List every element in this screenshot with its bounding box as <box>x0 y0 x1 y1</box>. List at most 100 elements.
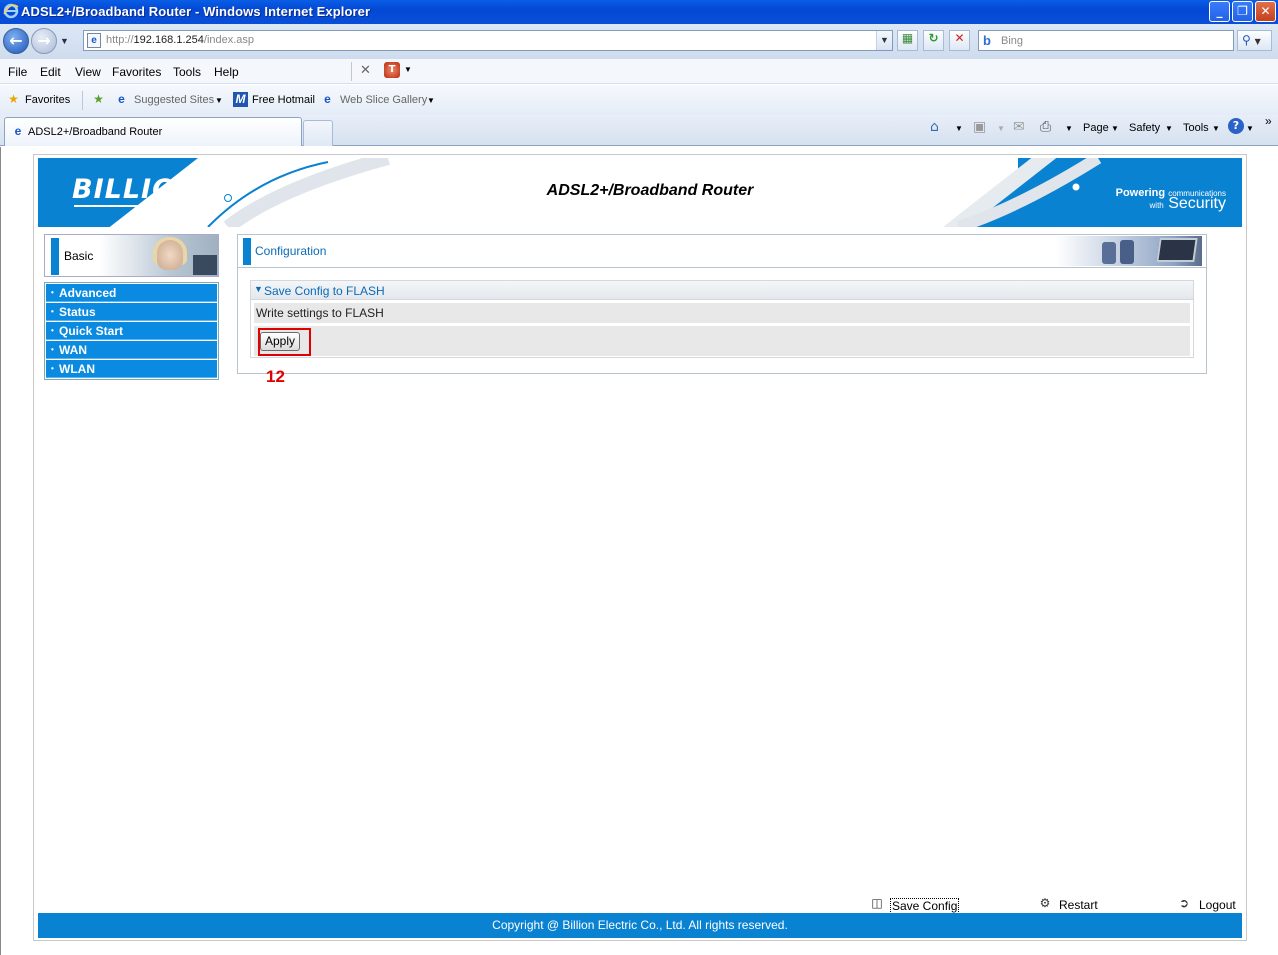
rss-dropdown: ▼ <box>997 124 1005 133</box>
menu-edit[interactable]: Edit <box>40 65 61 79</box>
search-icon: ⚲ <box>1242 33 1251 47</box>
refresh-icon[interactable]: ↻ <box>923 30 944 51</box>
office-chair <box>1120 240 1134 264</box>
rss-icon[interactable]: ▣ <box>973 119 986 135</box>
menu-tools[interactable]: Tools <box>173 65 201 79</box>
page-menu[interactable]: Page <box>1083 122 1109 134</box>
sidebar-item-wan[interactable]: WAN <box>46 341 217 359</box>
sidebar-item-wlan[interactable]: WLAN <box>46 360 217 378</box>
address-input[interactable]: e http://192.168.1.254/index.asp ▼ <box>83 30 893 51</box>
menu-view[interactable]: View <box>75 65 101 79</box>
address-dropdown-button[interactable]: ▼ <box>876 31 892 50</box>
home-dropdown[interactable]: ▼ <box>955 124 963 133</box>
tab-title: ADSL2+/Broadband Router <box>28 126 163 138</box>
restart-icon: ⚙ <box>1039 896 1051 910</box>
suggested-sites-dropdown[interactable]: ▼ <box>215 96 223 105</box>
panel-title: Configuration <box>255 244 327 258</box>
search-input[interactable]: b Bing <box>978 30 1234 51</box>
forward-button[interactable]: → <box>31 28 57 54</box>
menu-help[interactable]: Help <box>214 65 239 79</box>
sidebar-item-quick-start[interactable]: Quick Start <box>46 322 217 340</box>
tools-menu-arrow: ▼ <box>1212 124 1220 133</box>
step-annotation: 12 <box>266 367 285 386</box>
logout-icon: ➲ <box>1178 896 1190 910</box>
collapse-triangle-icon: ▼ <box>254 284 263 294</box>
translate-icon[interactable]: T <box>384 62 400 78</box>
ie-tab-icon: e <box>14 124 22 138</box>
search-button[interactable]: ⚲ ▼ <box>1237 30 1272 51</box>
page-viewport: BILLION ADSL2+/Broadband Router Powering… <box>0 147 1278 955</box>
basic-accent-bar <box>51 238 59 275</box>
photo-monitor <box>193 255 217 275</box>
restore-button[interactable]: ❐ <box>1232 1 1253 22</box>
back-button[interactable]: ← <box>3 28 29 54</box>
address-url: http://192.168.1.254/index.asp <box>106 34 255 46</box>
stop-icon[interactable]: ✕ <box>949 30 970 51</box>
safety-menu[interactable]: Safety <box>1129 122 1160 134</box>
sidebar-item-status[interactable]: Status <box>46 303 217 321</box>
close-toolbar-icon[interactable]: ✕ <box>360 63 371 78</box>
menu-bar: File Edit View Favorites Tools Help ✕ T … <box>0 59 1278 84</box>
window-titlebar: ADSL2+/Broadband Router - Windows Intern… <box>0 0 1278 24</box>
apply-button[interactable]: Apply <box>260 332 300 351</box>
product-title: ADSL2+/Broadband Router <box>546 182 754 199</box>
office-chair <box>1102 242 1116 264</box>
ie-icon <box>3 3 19 19</box>
configuration-panel: Configuration ▼ Save Config to FLASH Wri… <box>237 234 1207 374</box>
translate-dropdown[interactable]: ▼ <box>404 65 412 74</box>
office-monitor <box>1156 238 1198 262</box>
menu-file[interactable]: File <box>8 65 27 79</box>
print-dropdown[interactable]: ▼ <box>1065 124 1073 133</box>
minimize-button[interactable]: _ <box>1209 1 1230 22</box>
suggested-sites-link[interactable]: Suggested Sites <box>134 94 214 106</box>
panel-header: Configuration <box>238 235 1206 268</box>
save-config-link[interactable]: Save Config <box>890 898 960 914</box>
favorites-separator <box>82 91 83 110</box>
save-config-section: ▼ Save Config to FLASH Write settings to… <box>250 280 1194 358</box>
recent-pages-dropdown[interactable]: ▼ <box>60 36 69 46</box>
menu-favorites[interactable]: Favorites <box>112 65 161 79</box>
add-favorites-icon[interactable]: ★ <box>91 92 106 107</box>
section-caption[interactable]: ▼ Save Config to FLASH <box>251 281 1193 300</box>
tagline-security: with Security <box>1149 195 1226 212</box>
sidebar-basic[interactable]: Basic <box>44 234 219 277</box>
sidebar-item-advanced[interactable]: Advanced <box>46 284 217 302</box>
copyright-bar: Copyright @ Billion Electric Co., Ltd. A… <box>38 913 1242 938</box>
favorites-button[interactable]: Favorites <box>25 94 70 106</box>
back-arrow-icon: ← <box>9 31 23 50</box>
mail-icon[interactable]: ✉ <box>1013 119 1025 135</box>
ie-page-icon: e <box>118 92 125 106</box>
logout-link[interactable]: Logout <box>1199 898 1236 912</box>
hotmail-icon: M <box>233 92 248 107</box>
web-slice-dropdown[interactable]: ▼ <box>427 96 435 105</box>
sidebar-basic-label: Basic <box>64 249 94 263</box>
search-placeholder: Bing <box>1001 35 1024 47</box>
free-hotmail-link[interactable]: Free Hotmail <box>252 94 315 106</box>
write-settings-label: Write settings to FLASH <box>256 306 384 320</box>
more-commands-icon[interactable]: » <box>1265 114 1272 128</box>
section-title: Save Config to FLASH <box>264 284 385 298</box>
new-tab-button[interactable] <box>303 120 333 146</box>
menu-separator <box>351 62 352 81</box>
address-toolbar: ← → ▼ e http://192.168.1.254/index.asp ▼… <box>0 24 1278 59</box>
close-window-button[interactable]: ✕ <box>1255 1 1276 22</box>
apply-row: Apply <box>254 326 1190 356</box>
web-slice-gallery-link[interactable]: Web Slice Gallery <box>340 94 427 106</box>
router-page: BILLION ADSL2+/Broadband Router Powering… <box>33 154 1247 941</box>
office-image <box>1056 236 1202 266</box>
compat-view-icon[interactable]: ▦ <box>897 30 918 51</box>
restart-link[interactable]: Restart <box>1059 898 1098 912</box>
bing-icon: b <box>983 33 991 48</box>
panel-accent-bar <box>243 238 251 265</box>
window-title: ADSL2+/Broadband Router - Windows Intern… <box>21 4 371 19</box>
favorites-bar: ★ Favorites ★ e Suggested Sites ▼ M Free… <box>0 85 1278 115</box>
help-icon[interactable]: ? <box>1228 118 1244 134</box>
tools-menu[interactable]: Tools <box>1183 122 1209 134</box>
safety-menu-arrow: ▼ <box>1165 124 1173 133</box>
photo-face <box>157 240 183 270</box>
tab-router[interactable]: e ADSL2+/Broadband Router <box>4 117 302 146</box>
print-icon[interactable]: ⎙ <box>1040 119 1051 135</box>
home-icon[interactable]: ⌂ <box>930 119 939 135</box>
help-dropdown[interactable]: ▼ <box>1246 124 1254 133</box>
page-icon: e <box>87 33 101 48</box>
